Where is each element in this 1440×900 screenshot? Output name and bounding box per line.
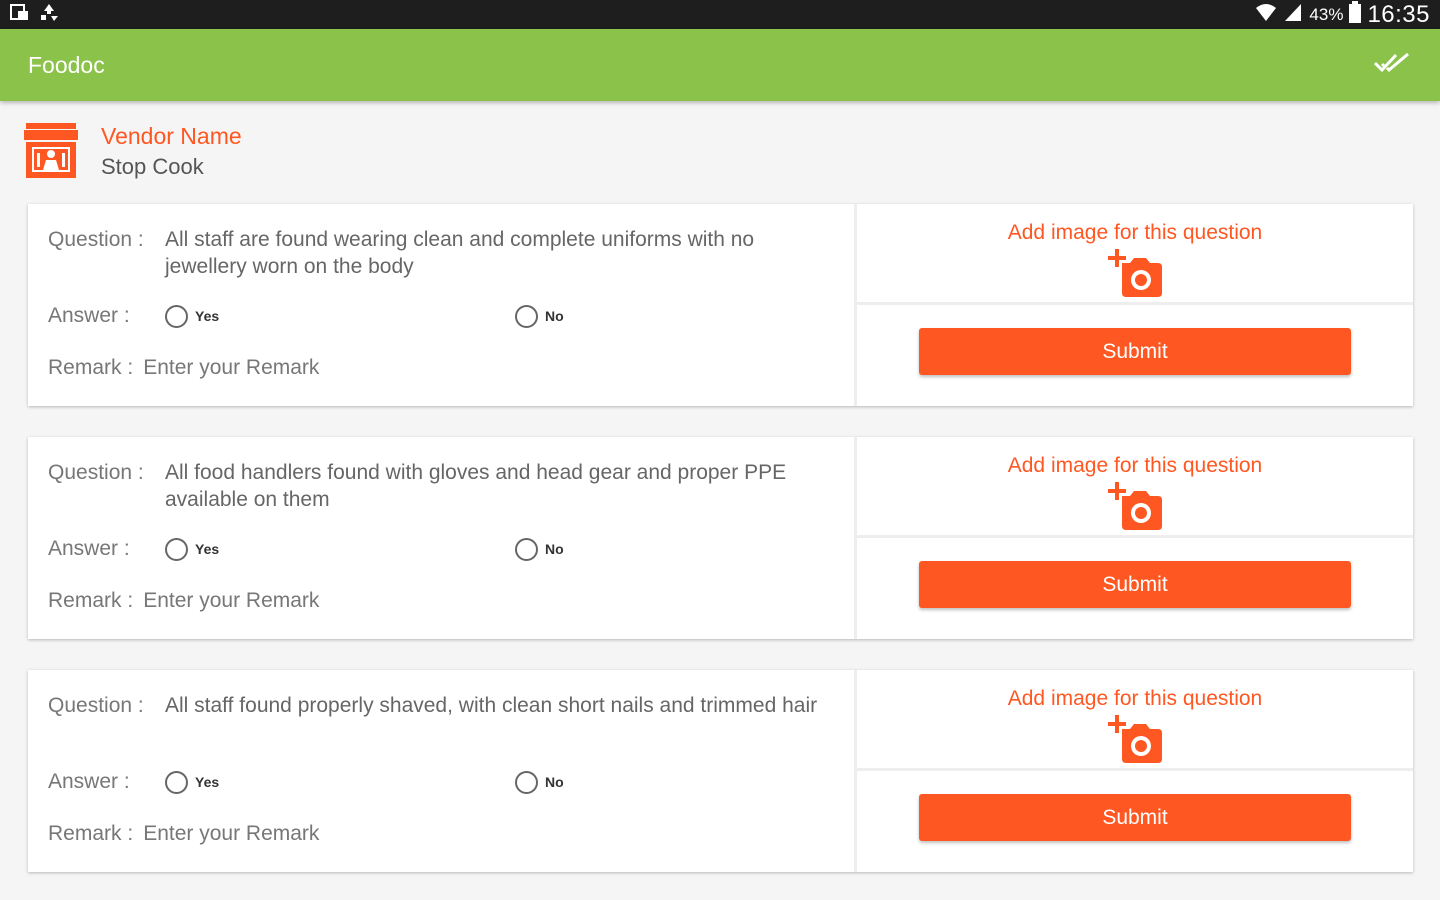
- add-photo-icon: [1106, 249, 1164, 304]
- add-image-label: Add image for this question: [1007, 687, 1263, 710]
- radio-unchecked-icon: [515, 770, 538, 794]
- answer-yes-radio[interactable]: Yes: [165, 304, 515, 328]
- answer-label: Answer :: [48, 770, 130, 793]
- add-image-button[interactable]: Add image for this question: [857, 204, 1413, 305]
- answer-no-radio[interactable]: No: [515, 304, 564, 328]
- question-card: Question : All food handlers found with …: [28, 437, 1413, 639]
- question-label: Question :: [48, 461, 144, 484]
- store-icon: [22, 120, 80, 180]
- add-image-label: Add image for this question: [1007, 454, 1263, 477]
- add-photo-icon: [1106, 482, 1164, 537]
- remark-input[interactable]: [143, 356, 784, 380]
- battery-icon: [1349, 1, 1362, 28]
- submit-button[interactable]: Submit: [919, 328, 1351, 375]
- app-title: Foodoc: [28, 51, 105, 78]
- add-photo-icon: [1106, 715, 1164, 770]
- radio-unchecked-icon: [165, 304, 188, 328]
- radio-no-label: No: [545, 541, 564, 557]
- done-all-icon: [1373, 52, 1410, 79]
- remark-input[interactable]: [143, 589, 784, 613]
- question-text: All staff found properly shaved, with cl…: [165, 694, 818, 717]
- add-image-button[interactable]: Add image for this question: [857, 437, 1413, 538]
- answer-no-radio[interactable]: No: [515, 770, 564, 794]
- status-time: 16:35: [1367, 0, 1430, 28]
- vendor-name-value: Stop Cook: [101, 154, 204, 179]
- remark-label: Remark :: [48, 356, 134, 379]
- answer-yes-radio[interactable]: Yes: [165, 537, 515, 561]
- answer-label: Answer :: [48, 537, 130, 560]
- question-text: All staff are found wearing clean and co…: [165, 228, 755, 278]
- gallery-icon: [10, 3, 30, 26]
- answer-no-radio[interactable]: No: [515, 537, 564, 561]
- radio-no-label: No: [545, 774, 564, 790]
- radio-unchecked-icon: [165, 537, 188, 561]
- answer-label: Answer :: [48, 304, 130, 327]
- radio-unchecked-icon: [515, 537, 538, 561]
- signal-icon: [1283, 2, 1303, 27]
- radio-yes-label: Yes: [195, 774, 220, 790]
- radio-yes-label: Yes: [195, 308, 220, 324]
- remark-label: Remark :: [48, 589, 134, 612]
- remark-label: Remark :: [48, 822, 134, 845]
- battery-percent: 43%: [1309, 4, 1344, 24]
- question-label: Question :: [48, 694, 144, 717]
- question-card: Question : All staff are found wearing c…: [28, 204, 1413, 406]
- add-image-button[interactable]: Add image for this question: [857, 670, 1413, 771]
- question-text: All food handlers found with gloves and …: [165, 461, 787, 511]
- radio-no-label: No: [545, 308, 564, 324]
- add-image-label: Add image for this question: [1007, 221, 1263, 244]
- radio-unchecked-icon: [165, 770, 188, 794]
- question-card: Question : All staff found properly shav…: [28, 670, 1413, 872]
- radio-unchecked-icon: [515, 304, 538, 328]
- remark-input[interactable]: [143, 822, 784, 846]
- radio-yes-label: Yes: [195, 541, 220, 557]
- status-bar: 43% 16:35: [0, 0, 1440, 29]
- app-bar: Foodoc: [0, 29, 1440, 101]
- recycle-icon: [38, 2, 60, 27]
- vendor-name-label: Vendor Name: [101, 123, 242, 149]
- vendor-header: Vendor Name Stop Cook: [22, 120, 242, 182]
- submit-button[interactable]: Submit: [919, 794, 1351, 841]
- done-all-button[interactable]: [1372, 45, 1412, 85]
- wifi-icon: [1255, 2, 1277, 27]
- answer-yes-radio[interactable]: Yes: [165, 770, 515, 794]
- submit-button[interactable]: Submit: [919, 561, 1351, 608]
- question-label: Question :: [48, 228, 144, 251]
